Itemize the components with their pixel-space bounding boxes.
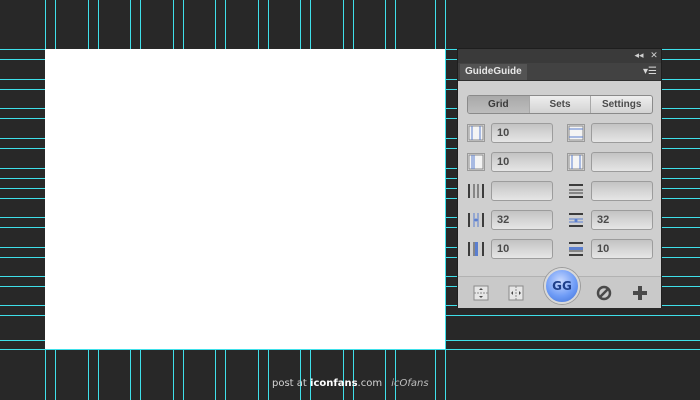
field-row: 10 <box>467 123 657 143</box>
collapse-panel-icon[interactable]: ◂◂ <box>632 49 646 63</box>
row-gutter-icon <box>567 182 585 200</box>
horizontal-guide[interactable] <box>0 349 700 350</box>
watermark-suffix: .com <box>357 378 383 389</box>
row-margin-input[interactable]: 32 <box>591 210 653 230</box>
mode-tabs: Grid Sets Settings <box>467 95 653 114</box>
field-row: 10 10 <box>467 239 657 259</box>
close-panel-icon[interactable]: ✕ <box>647 49 661 63</box>
horizontal-midpoint-icon[interactable] <box>472 284 490 302</box>
panel-tabbar: GuideGuide ▾☰ <box>458 63 661 81</box>
make-grid-button[interactable]: GG <box>544 268 580 304</box>
column-gutter-input[interactable] <box>491 181 553 201</box>
watermark-site: iconfans <box>310 378 358 389</box>
field-row <box>467 181 657 201</box>
guideguide-panel: ◂◂ ✕ GuideGuide ▾☰ Grid Sets Settings 10 <box>457 48 662 308</box>
watermark-logo: icOfans <box>391 378 429 389</box>
column-offset-icon <box>467 240 485 258</box>
panel-menu-icon[interactable]: ▾☰ <box>643 65 657 78</box>
tab-sets[interactable]: Sets <box>528 96 591 113</box>
column-count-icon <box>467 124 485 142</box>
add-guides-icon[interactable] <box>631 284 649 302</box>
panel-footer: GG <box>458 268 661 308</box>
watermark-prefix: post at <box>272 378 307 389</box>
column-offset-input[interactable]: 10 <box>491 239 553 259</box>
panel-titlebar: ◂◂ ✕ <box>458 49 661 63</box>
row-height-input[interactable] <box>591 152 653 172</box>
watermark: post at iconfans.com icOfans <box>272 378 429 389</box>
vertical-midpoint-icon[interactable] <box>507 284 525 302</box>
field-row: 10 <box>467 152 657 172</box>
row-gutter-input[interactable] <box>591 181 653 201</box>
column-count-input[interactable]: 10 <box>491 123 553 143</box>
panel-tab-guideguide[interactable]: GuideGuide <box>460 64 527 80</box>
row-offset-input[interactable]: 10 <box>591 239 653 259</box>
row-margin-icon <box>567 211 585 229</box>
field-row: 32 32 <box>467 210 657 230</box>
row-offset-icon <box>567 240 585 258</box>
tab-grid[interactable]: Grid <box>468 96 529 113</box>
column-width-icon <box>467 153 485 171</box>
column-margin-input[interactable]: 32 <box>491 210 553 230</box>
column-margin-icon <box>467 211 485 229</box>
row-count-input[interactable] <box>591 123 653 143</box>
panel-body: Grid Sets Settings 10 10 32 32 10 10 <box>458 81 661 276</box>
clear-guides-icon[interactable] <box>595 284 613 302</box>
column-width-input[interactable]: 10 <box>491 152 553 172</box>
document-canvas[interactable] <box>45 49 445 349</box>
row-count-icon <box>567 124 585 142</box>
tab-settings[interactable]: Settings <box>590 96 652 113</box>
row-height-icon <box>567 153 585 171</box>
column-gutter-icon <box>467 182 485 200</box>
